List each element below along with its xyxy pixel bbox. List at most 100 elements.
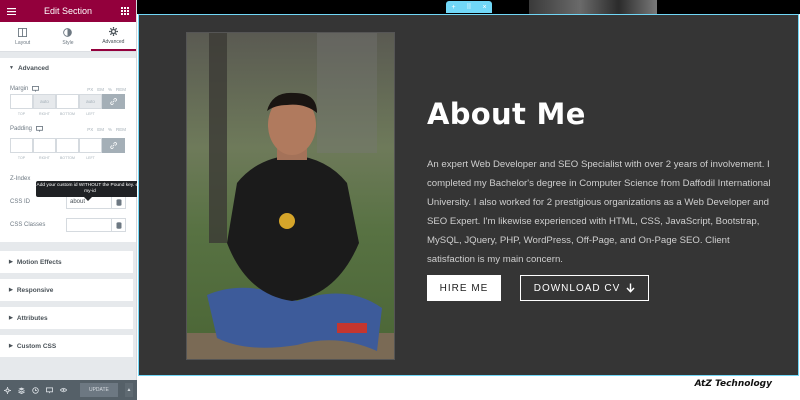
margin-bottom-input[interactable]	[56, 94, 79, 109]
dim-label: BOTTOM	[60, 112, 75, 116]
unit-percent[interactable]: %	[108, 127, 112, 132]
cssclasses-label: CSS Classes	[10, 222, 46, 228]
section-title: Responsive	[16, 286, 54, 294]
dim-label: RIGHT	[39, 156, 50, 160]
margin-dim-labels: TOP RIGHT BOTTOM LEFT	[10, 112, 126, 116]
dim-label: RIGHT	[39, 112, 50, 116]
preview-eye-icon[interactable]	[60, 387, 67, 394]
widgets-grid-icon[interactable]	[120, 6, 130, 16]
unit-switcher[interactable]: PX EM % REM	[87, 127, 126, 132]
layout-icon	[18, 27, 28, 37]
dynamic-tags-button[interactable]	[111, 196, 125, 208]
watermark-text: AtZ Technology	[694, 379, 772, 389]
padding-control-header: Padding PX EM % REM	[10, 126, 126, 132]
cssclasses-input[interactable]	[66, 218, 126, 232]
caret-right-icon: ▶	[9, 287, 13, 293]
panel-footer: UPDATE ▲	[0, 380, 137, 400]
section-title: Custom CSS	[16, 342, 57, 350]
padding-bottom-input[interactable]	[56, 138, 79, 153]
gear-icon	[108, 26, 118, 36]
previous-section-image	[529, 0, 657, 14]
arrow-down-icon	[626, 283, 635, 293]
unit-em[interactable]: EM	[97, 87, 104, 92]
desktop-device-icon[interactable]	[32, 86, 40, 92]
advanced-section-toggle[interactable]: ▼ Advanced	[0, 60, 58, 76]
history-icon[interactable]	[32, 386, 39, 394]
section-attributes[interactable]: ▶ Attributes	[0, 307, 133, 329]
dim-label: LEFT	[86, 156, 95, 160]
section-custom-css[interactable]: ▶ Custom CSS	[0, 335, 133, 357]
padding-right-input[interactable]	[33, 138, 56, 153]
advanced-section: ▼ Advanced Margin PX EM % REM auto auto	[0, 58, 136, 242]
section-motion-effects[interactable]: ▶ Motion Effects	[0, 251, 133, 273]
tab-label: Style	[62, 39, 74, 46]
section-handle[interactable]: + ⠿ ×	[446, 1, 492, 13]
unit-px[interactable]: PX	[87, 87, 93, 92]
tab-layout[interactable]: Layout	[0, 22, 45, 51]
page-preview: + ⠿ × About Me An expert Web Developer a…	[137, 0, 800, 400]
link-icon	[110, 142, 117, 149]
cssid-tooltip: Add your custom id WITHOUT the Pound key…	[36, 181, 144, 201]
unit-switcher[interactable]: PX EM % REM	[87, 87, 126, 92]
caret-down-icon: ▼	[9, 65, 14, 71]
settings-icon[interactable]	[4, 386, 11, 394]
padding-dim-labels: TOP RIGHT BOTTOM LEFT	[10, 156, 126, 160]
unit-px[interactable]: PX	[87, 127, 93, 132]
section-title: Motion Effects	[16, 258, 62, 266]
cssid-input[interactable]: about	[66, 195, 126, 209]
section-responsive[interactable]: ▶ Responsive	[0, 279, 133, 301]
panel-tabs: Layout Style Advanced	[0, 22, 136, 52]
portrait-image	[186, 32, 395, 360]
navigator-icon[interactable]	[18, 386, 25, 394]
caret-up-icon: ▲	[126, 387, 132, 393]
section-title: Advanced	[17, 64, 50, 72]
add-icon[interactable]: +	[451, 4, 455, 11]
dynamic-tags-button[interactable]	[111, 219, 125, 231]
section-title: Attributes	[16, 314, 48, 322]
margin-label: Margin	[10, 86, 29, 92]
tab-label: Layout	[15, 39, 31, 46]
panel-title: Edit Section	[43, 6, 93, 16]
cssid-label: CSS ID	[10, 199, 31, 205]
caret-right-icon: ▶	[9, 259, 13, 265]
margin-right-input[interactable]: auto	[33, 94, 56, 109]
update-button[interactable]: UPDATE	[80, 383, 118, 397]
unit-rem[interactable]: REM	[116, 127, 126, 132]
tab-label: Advanced	[102, 38, 125, 45]
download-cv-label: DOWNLOAD CV	[533, 282, 621, 294]
editor-panel: Edit Section Layout Style Advanced ▼ Adv…	[0, 0, 144, 400]
cssid-row: CSS ID about	[10, 195, 126, 209]
margin-left-input[interactable]: auto	[79, 94, 102, 109]
unit-percent[interactable]: %	[108, 87, 112, 92]
margin-inputs: auto auto	[10, 94, 126, 110]
dim-label: BOTTOM	[60, 156, 75, 160]
update-options-button[interactable]: ▲	[124, 383, 133, 397]
cssclasses-row: CSS Classes	[10, 218, 126, 232]
about-title: About Me	[427, 97, 586, 131]
padding-left-input[interactable]	[79, 138, 102, 153]
link-values-button[interactable]	[102, 94, 125, 109]
hire-me-button[interactable]: HIRE ME	[427, 275, 501, 301]
tab-advanced[interactable]: Advanced	[90, 22, 136, 51]
drag-handle-icon[interactable]: ⠿	[466, 3, 471, 11]
margin-top-input[interactable]	[10, 94, 33, 109]
update-label: UPDATE	[88, 387, 109, 393]
padding-top-input[interactable]	[10, 138, 33, 153]
padding-inputs	[10, 138, 126, 154]
panel-header: Edit Section	[0, 0, 136, 22]
editor-window: Edit Section Layout Style Advanced ▼ Adv…	[0, 0, 800, 400]
link-values-button[interactable]	[102, 138, 125, 153]
desktop-device-icon[interactable]	[36, 126, 43, 132]
responsive-mode-icon[interactable]	[46, 386, 53, 394]
tab-style[interactable]: Style	[45, 22, 90, 51]
close-icon[interactable]: ×	[482, 4, 486, 11]
unit-rem[interactable]: REM	[116, 87, 126, 92]
download-cv-button[interactable]: DOWNLOAD CV	[520, 275, 649, 301]
margin-control-header: Margin PX EM % REM	[10, 86, 126, 92]
about-section[interactable]: About Me An expert Web Developer and SEO…	[138, 14, 799, 376]
hamburger-menu-icon[interactable]	[6, 6, 16, 16]
caret-right-icon: ▶	[9, 315, 13, 321]
database-icon	[116, 198, 121, 206]
hire-me-label: HIRE ME	[439, 282, 489, 294]
unit-em[interactable]: EM	[97, 127, 104, 132]
